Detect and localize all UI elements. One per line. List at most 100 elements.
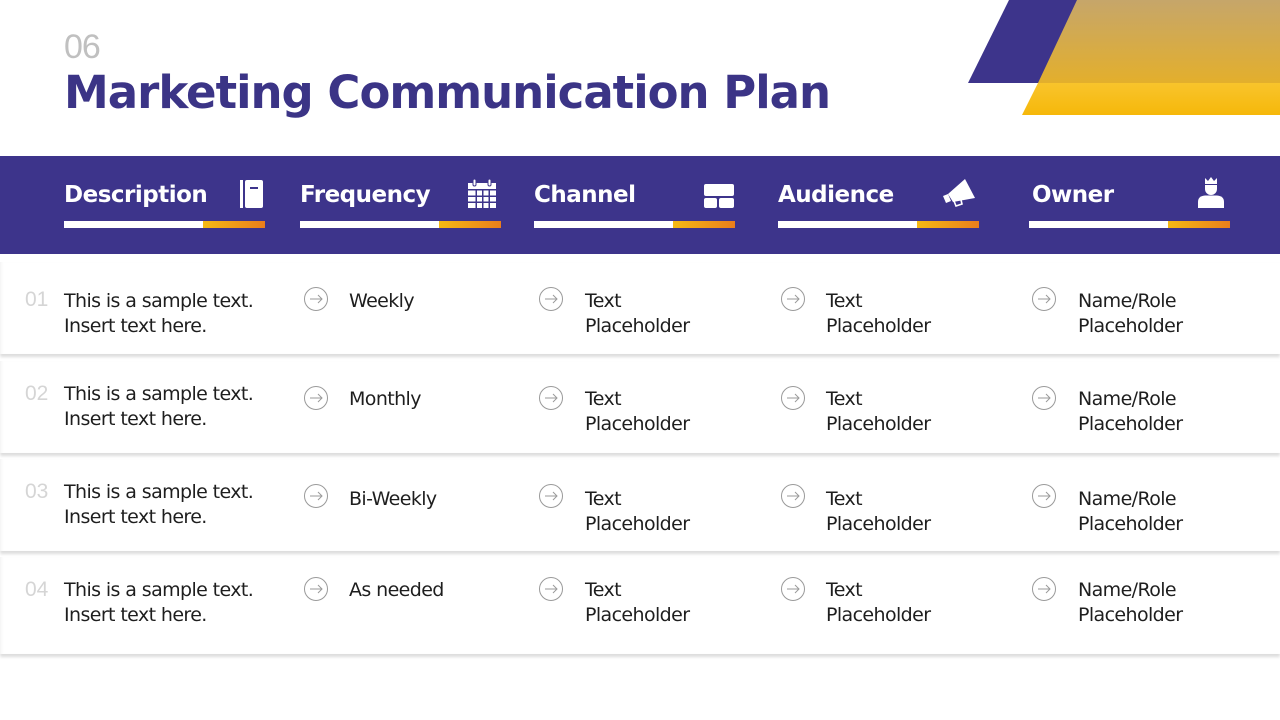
channel-line-2: Placeholder (585, 604, 690, 626)
header-label: Owner (1032, 182, 1114, 208)
layout-icon (704, 184, 734, 208)
channel-line-1: Text (585, 488, 622, 510)
arrow-circle-icon (304, 386, 328, 410)
arrow-circle-icon (539, 577, 563, 601)
arrow-circle-icon (1032, 386, 1056, 410)
row-description: This is a sample text. Insert text here. (64, 578, 254, 628)
row-description: This is a sample text. Insert text here. (64, 480, 254, 530)
megaphone-icon (943, 179, 975, 207)
channel-line-2: Placeholder (585, 315, 690, 337)
table-row: 01 This is a sample text. Insert text he… (0, 262, 1280, 354)
owner-line-2: Placeholder (1078, 315, 1183, 337)
underline-accent (673, 221, 735, 228)
table-header: Description Frequency Channel Audience O… (0, 156, 1280, 254)
row-description: This is a sample text. Insert text here. (64, 289, 254, 339)
owner-line-2: Placeholder (1078, 413, 1183, 435)
header-underline (534, 221, 735, 228)
audience-line-2: Placeholder (826, 413, 931, 435)
row-channel: Text Placeholder (585, 387, 690, 437)
calendar-icon (468, 178, 496, 208)
arrow-circle-icon (304, 287, 328, 311)
audience-line-2: Placeholder (826, 513, 931, 535)
header-underline (64, 221, 265, 228)
arrow-circle-icon (539, 484, 563, 508)
row-owner: Name/Role Placeholder (1078, 487, 1183, 537)
header-underline (300, 221, 501, 228)
description-line-2: Insert text here. (64, 408, 207, 430)
header-frequency: Frequency (300, 156, 501, 254)
arrow-circle-icon (781, 577, 805, 601)
row-number: 01 (25, 288, 49, 311)
row-owner: Name/Role Placeholder (1078, 578, 1183, 628)
header-description: Description (64, 156, 265, 254)
channel-line-2: Placeholder (585, 513, 690, 535)
channel-line-1: Text (585, 388, 622, 410)
notebook-icon (240, 180, 263, 208)
underline-accent (203, 221, 265, 228)
table-row: 02 This is a sample text. Insert text he… (0, 361, 1280, 453)
underline-accent (439, 221, 501, 228)
description-line-1: This is a sample text. (64, 579, 254, 601)
description-line-1: This is a sample text. (64, 290, 254, 312)
header-audience: Audience (778, 156, 979, 254)
header-label: Description (64, 182, 208, 208)
header-underline (1029, 221, 1230, 228)
audience-line-1: Text (826, 579, 863, 601)
row-owner: Name/Role Placeholder (1078, 289, 1183, 339)
audience-line-1: Text (826, 488, 863, 510)
audience-line-2: Placeholder (826, 315, 931, 337)
description-line-2: Insert text here. (64, 604, 207, 626)
row-number: 02 (25, 382, 49, 405)
row-audience: Text Placeholder (826, 289, 931, 339)
row-description: This is a sample text. Insert text here. (64, 382, 254, 432)
owner-line-2: Placeholder (1078, 513, 1183, 535)
row-frequency: Bi-Weekly (349, 488, 437, 510)
arrow-circle-icon (781, 287, 805, 311)
slide-title: Marketing Communication Plan (64, 66, 831, 119)
owner-line-2: Placeholder (1078, 604, 1183, 626)
description-line-1: This is a sample text. (64, 481, 254, 503)
arrow-circle-icon (304, 577, 328, 601)
description-line-2: Insert text here. (64, 315, 207, 337)
channel-line-2: Placeholder (585, 413, 690, 435)
channel-line-1: Text (585, 290, 622, 312)
row-audience: Text Placeholder (826, 487, 931, 537)
table-row: 03 This is a sample text. Insert text he… (0, 459, 1280, 551)
arrow-circle-icon (1032, 484, 1056, 508)
person-crown-icon (1198, 177, 1224, 208)
header-label: Channel (534, 182, 636, 208)
header-underline (778, 221, 979, 228)
row-audience: Text Placeholder (826, 387, 931, 437)
row-owner: Name/Role Placeholder (1078, 387, 1183, 437)
decorative-banner (968, 0, 1280, 115)
underline-accent (1168, 221, 1230, 228)
row-channel: Text Placeholder (585, 578, 690, 628)
arrow-circle-icon (539, 287, 563, 311)
row-channel: Text Placeholder (585, 487, 690, 537)
description-line-2: Insert text here. (64, 506, 207, 528)
owner-line-1: Name/Role (1078, 579, 1177, 601)
arrow-circle-icon (539, 386, 563, 410)
row-channel: Text Placeholder (585, 289, 690, 339)
channel-line-1: Text (585, 579, 622, 601)
yellow-band (1022, 83, 1280, 115)
row-frequency: Monthly (349, 388, 421, 410)
header-label: Audience (778, 182, 894, 208)
table-row: 04 This is a sample text. Insert text he… (0, 557, 1280, 654)
arrow-circle-icon (1032, 287, 1056, 311)
description-line-1: This is a sample text. (64, 383, 254, 405)
owner-line-1: Name/Role (1078, 388, 1177, 410)
header-channel: Channel (534, 156, 735, 254)
audience-line-1: Text (826, 388, 863, 410)
underline-accent (917, 221, 979, 228)
audience-line-1: Text (826, 290, 863, 312)
row-frequency: As needed (349, 579, 444, 601)
arrow-circle-icon (1032, 577, 1056, 601)
row-frequency: Weekly (349, 290, 415, 312)
row-number: 04 (25, 578, 49, 601)
owner-line-1: Name/Role (1078, 488, 1177, 510)
row-number: 03 (25, 480, 49, 503)
arrow-circle-icon (781, 484, 805, 508)
audience-line-2: Placeholder (826, 604, 931, 626)
header-label: Frequency (300, 182, 431, 208)
